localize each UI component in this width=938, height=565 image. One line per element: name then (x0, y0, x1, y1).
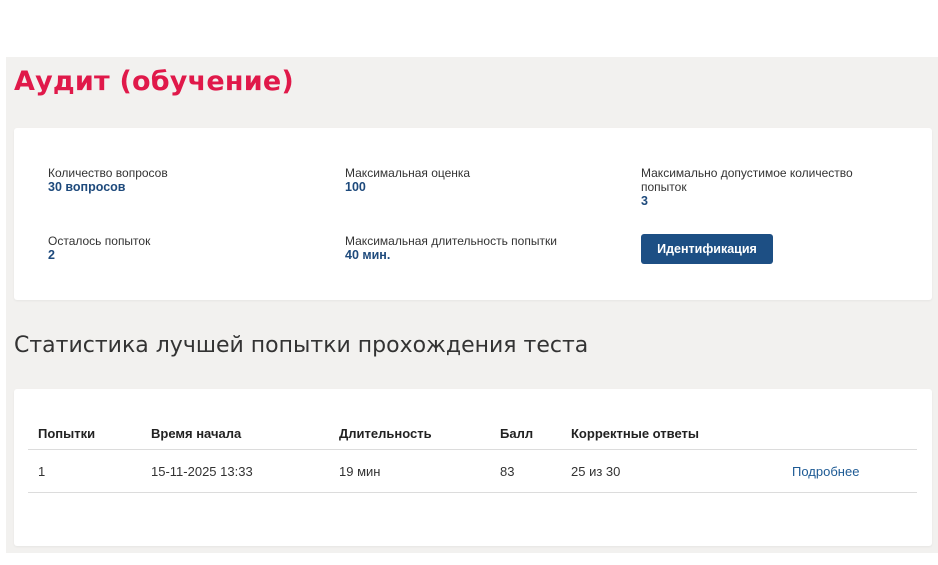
remaining-attempts-label: Осталось попыток (48, 234, 151, 248)
cell-correct-answers: 25 из 30 (571, 464, 621, 479)
remaining-attempts-value: 2 (48, 248, 55, 262)
max-attempts-value: 3 (641, 194, 648, 208)
column-header-attempts: Попытки (38, 426, 96, 441)
column-header-duration: Длительность (339, 426, 432, 441)
test-info-card: Количество вопросов 30 вопросов Максимал… (14, 128, 932, 300)
max-score-value: 100 (345, 180, 366, 194)
table-row: 1 15-11-2025 13:33 19 мин 83 25 из 30 По… (28, 450, 917, 493)
max-duration-label: Максимальная длительность попытки (345, 234, 557, 248)
max-duration-value: 40 мин. (345, 248, 391, 262)
cell-attempt: 1 (38, 464, 46, 479)
max-attempts-label-line1: Максимально допустимое количество (641, 166, 853, 180)
max-attempts: Максимально допустимое количество попыто… (641, 166, 853, 209)
page-title: Аудит (обучение) (14, 66, 294, 97)
max-score: Максимальная оценка 100 (345, 166, 470, 195)
remaining-attempts: Осталось попыток 2 (48, 234, 150, 263)
stats-section-title: Статистика лучшей попытки прохождения те… (14, 333, 589, 358)
stats-table: Попытки Время начала Длительность Балл К… (28, 417, 917, 493)
cell-duration: 19 мин (339, 464, 381, 479)
questions-count: Количество вопросов 30 вопросов (48, 166, 168, 195)
identification-button[interactable]: Идентификация (641, 234, 773, 264)
page-container: Аудит (обучение) Количество вопросов 30 … (6, 57, 938, 553)
column-header-correct-answers: Корректные ответы (571, 426, 699, 441)
max-attempts-label-line2: попыток (641, 180, 687, 194)
cell-score: 83 (500, 464, 515, 479)
questions-count-label: Количество вопросов (48, 166, 168, 180)
column-header-start-time: Время начала (151, 426, 242, 441)
questions-count-value: 30 вопросов (48, 180, 126, 194)
max-score-label: Максимальная оценка (345, 166, 471, 180)
details-link[interactable]: Подробнее (792, 464, 859, 479)
stats-card: Попытки Время начала Длительность Балл К… (14, 389, 932, 546)
table-header-row: Попытки Время начала Длительность Балл К… (28, 417, 917, 450)
max-duration: Максимальная длительность попытки 40 мин… (345, 234, 557, 263)
cell-start-time: 15-11-2025 13:33 (151, 464, 253, 479)
column-header-score: Балл (500, 426, 534, 441)
